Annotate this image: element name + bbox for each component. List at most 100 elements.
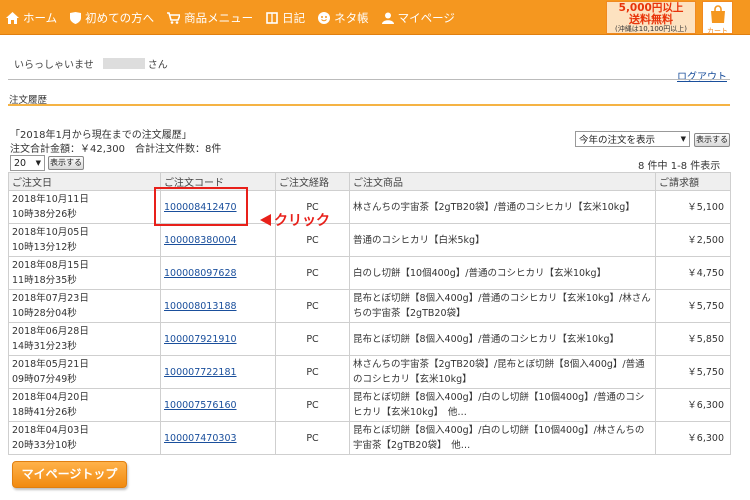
order-history-table: ご注文日 ご注文コード ご注文経路 ご注文商品 ご請求額 2018年10月11日…	[8, 172, 731, 455]
order-amount: ￥5,850	[655, 322, 731, 356]
order-amount: ￥2,500	[655, 223, 731, 257]
shield-icon	[70, 11, 82, 24]
header-order-date: ご注文日	[8, 172, 161, 191]
order-amount: ￥5,100	[655, 190, 731, 224]
year-filter-select[interactable]: 今年の注文を表示 ▼	[575, 131, 690, 147]
order-date-cell: 2018年07月23日 10時28分04秒	[8, 289, 161, 323]
order-date-cell: 2018年05月21日 09時07分49秒	[8, 355, 161, 389]
nav-diary[interactable]: 日記	[266, 10, 305, 26]
order-items: 昆布とぼ切餅【8個入400g】/白のし切餅【10個400g】/林さんちの宇宙茶【…	[349, 421, 656, 455]
nav-notes[interactable]: ネタ帳	[318, 10, 369, 26]
free-shipping-badge[interactable]: 5,000円以上 送料無料 (沖縄は10,100円以上)	[606, 1, 696, 34]
free-shipping-label: 送料無料	[629, 13, 673, 27]
section-divider	[8, 104, 730, 106]
order-route: PC	[275, 322, 350, 356]
smile-icon	[318, 11, 331, 24]
logout-link[interactable]: ログアウト	[677, 68, 727, 83]
order-date: 2018年08月15日	[12, 260, 89, 271]
order-code-link[interactable]: 100008412470	[164, 202, 237, 213]
nav-first-time[interactable]: 初めての方へ	[70, 10, 154, 26]
order-code-link[interactable]: 100008013188	[164, 301, 237, 312]
cart-button[interactable]: カート	[702, 1, 733, 35]
order-date: 2018年06月28日	[12, 326, 89, 337]
masked-username	[102, 58, 145, 69]
order-date: 2018年10月11日	[12, 194, 89, 205]
per-page-button[interactable]: 表示する	[48, 156, 84, 170]
nav-home-label: ホーム	[23, 10, 58, 25]
order-route: PC	[275, 289, 350, 323]
table-row: 2018年08月15日 11時18分35秒 100008097628 PC 白のし切餅【…	[8, 256, 731, 290]
header-order-code: ご注文コード	[160, 172, 276, 191]
click-annotation: クリック	[260, 210, 330, 230]
order-date-cell: 2018年10月05日 10時13分12秒	[8, 223, 161, 257]
order-code-link[interactable]: 100008380004	[164, 235, 237, 246]
nav-product-menu-label: 商品メニュー	[184, 10, 254, 25]
header-order-items: ご注文商品	[349, 172, 656, 191]
order-amount: ￥5,750	[655, 289, 731, 323]
order-items: 林さんちの宇宙茶【2gTB20袋】/昆布とぼ切餅【8個入400g】/普通のコシヒ…	[349, 355, 656, 389]
order-route: PC	[275, 421, 350, 455]
nav-first-time-label: 初めての方へ	[85, 10, 155, 25]
home-icon	[6, 11, 19, 24]
mypage-top-button[interactable]: マイページトップ	[12, 461, 127, 488]
order-code-cell: 100007576160	[160, 388, 276, 422]
table-row: 2018年04月03日 20時33分10秒 100007470303 PC 昆布とぼ切餅…	[8, 421, 731, 455]
year-filter-value: 今年の注文を表示	[579, 135, 656, 146]
order-time: 09時07分49秒	[12, 374, 77, 385]
header-amount: ご請求額	[655, 172, 731, 191]
order-date: 2018年04月20日	[12, 392, 89, 403]
order-time: 14時31分23秒	[12, 341, 77, 352]
order-time: 10時38分26秒	[12, 209, 77, 220]
order-route: PC	[275, 355, 350, 389]
order-amount: ￥6,300	[655, 388, 731, 422]
order-code-link[interactable]: 100007722181	[164, 367, 237, 378]
arrow-left-icon	[260, 214, 271, 226]
year-filter-button[interactable]: 表示する	[694, 133, 730, 147]
order-code-link[interactable]: 100007576160	[164, 400, 237, 411]
top-nav-bar: ホーム 初めての方へ 商品メニュー 日記 ネタ帳 マイページ 5,000円以上 …	[0, 0, 750, 35]
click-annotation-label: クリック	[274, 213, 330, 229]
nav-mypage[interactable]: マイページ	[381, 10, 455, 26]
nav-product-menu[interactable]: 商品メニュー	[167, 10, 253, 26]
welcome-suffix: さん	[147, 60, 168, 71]
order-code-link[interactable]: 100007921910	[164, 334, 237, 345]
cart-small-icon	[167, 11, 181, 24]
nav-notes-label: ネタ帳	[334, 10, 369, 25]
order-time: 18時41分26秒	[12, 407, 77, 418]
welcome-message: いらっしゃいませ さん	[14, 56, 168, 71]
order-code-cell: 100008097628	[160, 256, 276, 290]
order-items: 昆布とぼ切餅【8個入400g】/白のし切餅【10個400g】/普通のコシヒカリ【…	[349, 388, 656, 422]
order-time: 10時13分12秒	[12, 242, 77, 253]
table-row: 2018年10月11日 10時38分26秒 100008412470 PC 林さんちの宇…	[8, 190, 731, 224]
order-date: 2018年10月05日	[12, 227, 89, 238]
header-order-route: ご注文経路	[275, 172, 350, 191]
order-date: 2018年05月21日	[12, 359, 89, 370]
order-code-cell: 100008013188	[160, 289, 276, 323]
order-items: 普通のコシヒカリ【白米5kg】	[349, 223, 656, 257]
order-items: 林さんちの宇宙茶【2gTB20袋】/普通のコシヒカリ【玄米10kg】	[349, 190, 656, 224]
order-code-link[interactable]: 100008097628	[164, 268, 237, 279]
order-items: 昆布とぼ切餅【8個入400g】/普通のコシヒカリ【玄米10kg】/林さんちの宇宙…	[349, 289, 656, 323]
order-date-cell: 2018年06月28日 14時31分23秒	[8, 322, 161, 356]
order-items: 昆布とぼ切餅【8個入400g】/普通のコシヒカリ【玄米10kg】	[349, 322, 656, 356]
order-code-link[interactable]: 100007470303	[164, 433, 237, 444]
order-range-text: 「2018年1月から現在までの注文履歴」	[10, 130, 192, 141]
order-code-cell: 100007722181	[160, 355, 276, 389]
table-row: 2018年04月20日 18時41分26秒 100007576160 PC 昆布とぼ切餅…	[8, 388, 731, 422]
table-row: 2018年10月05日 10時13分12秒 100008380004 PC 普通のコシヒ…	[8, 223, 731, 257]
person-icon	[381, 12, 394, 24]
order-total-text: 注文合計金額：￥42,300 合計注文件数：8件	[10, 144, 222, 155]
order-amount: ￥4,750	[655, 256, 731, 290]
order-date: 2018年04月03日	[12, 425, 89, 436]
order-code-cell: 100008380004	[160, 223, 276, 257]
cart-label: カート	[707, 27, 728, 35]
table-row: 2018年07月23日 10時28分04秒 100008013188 PC 昆布とぼ切餅…	[8, 289, 731, 323]
order-time: 20時33分10秒	[12, 440, 77, 451]
result-count: 8 件中 1-8 件表示	[638, 161, 721, 172]
free-shipping-note: (沖縄は10,100円以上)	[615, 24, 687, 33]
main-nav: ホーム 初めての方へ 商品メニュー 日記 ネタ帳 マイページ	[6, 0, 455, 35]
per-page-select[interactable]: 20 ▼	[10, 155, 45, 171]
order-amount: ￥6,300	[655, 421, 731, 455]
order-date-cell: 2018年08月15日 11時18分35秒	[8, 256, 161, 290]
nav-home[interactable]: ホーム	[6, 10, 57, 26]
